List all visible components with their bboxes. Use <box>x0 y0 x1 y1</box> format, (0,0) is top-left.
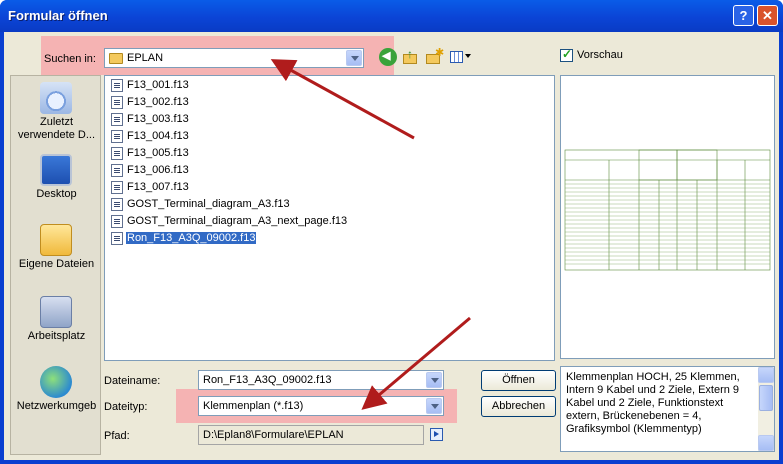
window-title: Formular öffnen <box>8 8 108 23</box>
close-button[interactable]: ✕ <box>757 5 778 26</box>
dialog-window: Formular öffnen ? ✕ Suchen in: EPLAN ◀ ↑… <box>0 0 783 464</box>
dialog-body: Suchen in: EPLAN ◀ ↑ ✱ ✓ Vorschau Zuletz… <box>4 32 779 460</box>
arrow-to-lookin <box>270 59 415 140</box>
arrow-to-filetype <box>361 316 471 410</box>
annotation-arrows <box>270 59 471 410</box>
title-bar[interactable]: Formular öffnen ? ✕ <box>0 0 783 32</box>
help-button[interactable]: ? <box>733 5 754 26</box>
